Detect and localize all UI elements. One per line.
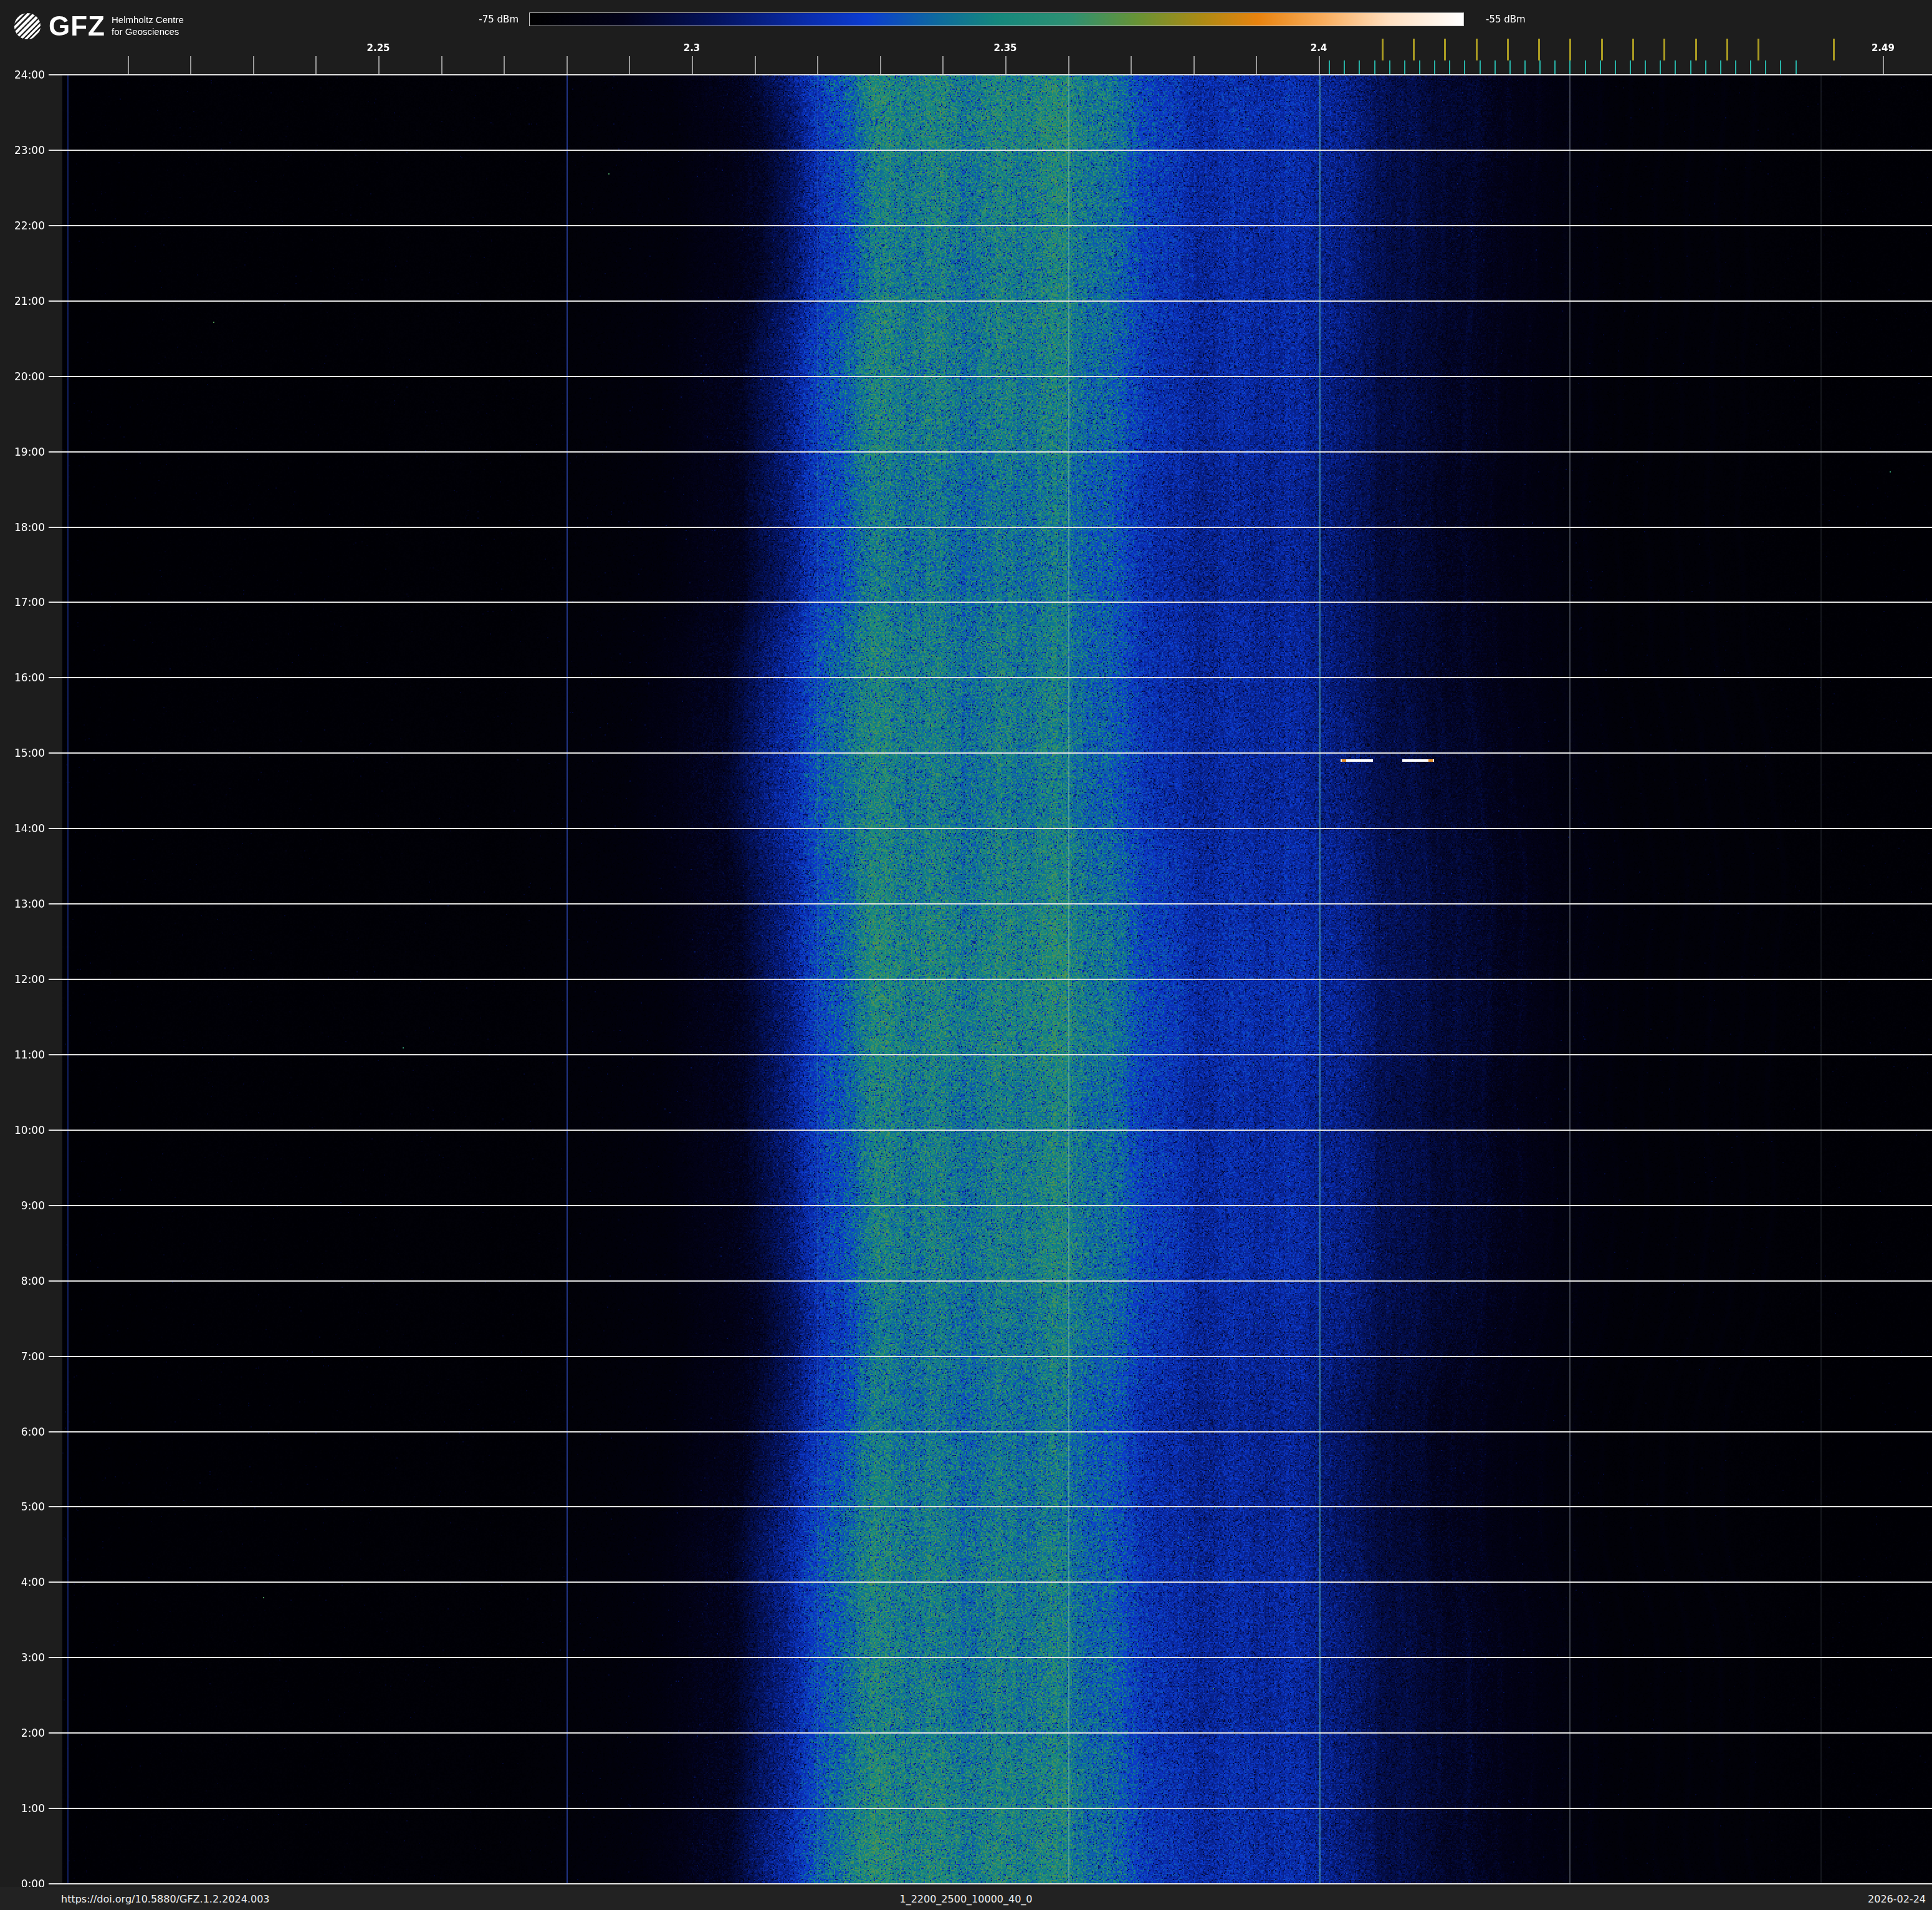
- time-tick-label: 23:00: [1, 144, 45, 156]
- time-tick-label: 6:00: [1, 1426, 45, 1438]
- freq-tick-label: 2.35: [993, 42, 1016, 54]
- logo-subtitle: Helmholtz Centre for Geosciences: [112, 14, 184, 38]
- gfz-logo: GFZ Helmholtz Centre for Geosciences: [14, 12, 184, 40]
- time-tick-label: 7:00: [1, 1350, 45, 1363]
- footer-bar: https://doi.org/10.5880/GFZ.1.2.2024.003…: [0, 1887, 1932, 1910]
- time-tick-label: 13:00: [1, 898, 45, 910]
- time-tick-label: 22:00: [1, 219, 45, 232]
- freq-tick-label: 2.3: [684, 42, 701, 54]
- doi-text: https://doi.org/10.5880/GFZ.1.2.2024.003: [61, 1893, 270, 1904]
- date-text: 2026-02-24: [1868, 1893, 1926, 1904]
- time-tick-label: 3:00: [1, 1651, 45, 1664]
- time-tick-label: 2:00: [1, 1727, 45, 1739]
- freq-tick-label: 2.49: [1872, 42, 1895, 54]
- spectrogram-canvas: [0, 0, 1932, 1910]
- time-tick-label: 5:00: [1, 1500, 45, 1513]
- time-tick-label: 10:00: [1, 1124, 45, 1136]
- time-tick-label: 4:00: [1, 1576, 45, 1588]
- colorbar-max-label: -55 dBm: [1486, 14, 1526, 25]
- colorbar-min-label: -75 dBm: [479, 14, 519, 25]
- time-tick-label: 14:00: [1, 822, 45, 835]
- time-tick-label: 20:00: [1, 370, 45, 383]
- logo-acronym: GFZ: [49, 12, 105, 40]
- time-tick-label: 21:00: [1, 295, 45, 307]
- dataset-id-text: 1_2200_2500_10000_40_0: [899, 1893, 1032, 1904]
- time-tick-label: 12:00: [1, 973, 45, 986]
- freq-tick-label: 2.25: [366, 42, 390, 54]
- freq-tick-label: 2.4: [1311, 42, 1327, 54]
- time-tick-label: 17:00: [1, 596, 45, 608]
- time-tick-label: 11:00: [1, 1049, 45, 1061]
- colorbar: [529, 12, 1464, 26]
- time-tick-label: 18:00: [1, 521, 45, 534]
- time-tick-label: 8:00: [1, 1275, 45, 1287]
- gfz-logo-icon: [14, 12, 41, 40]
- time-tick-label: 1:00: [1, 1802, 45, 1815]
- time-tick-label: 24:00: [1, 69, 45, 81]
- time-tick-label: 16:00: [1, 671, 45, 684]
- time-tick-label: 15:00: [1, 747, 45, 759]
- time-tick-label: 19:00: [1, 446, 45, 458]
- time-tick-label: 9:00: [1, 1199, 45, 1212]
